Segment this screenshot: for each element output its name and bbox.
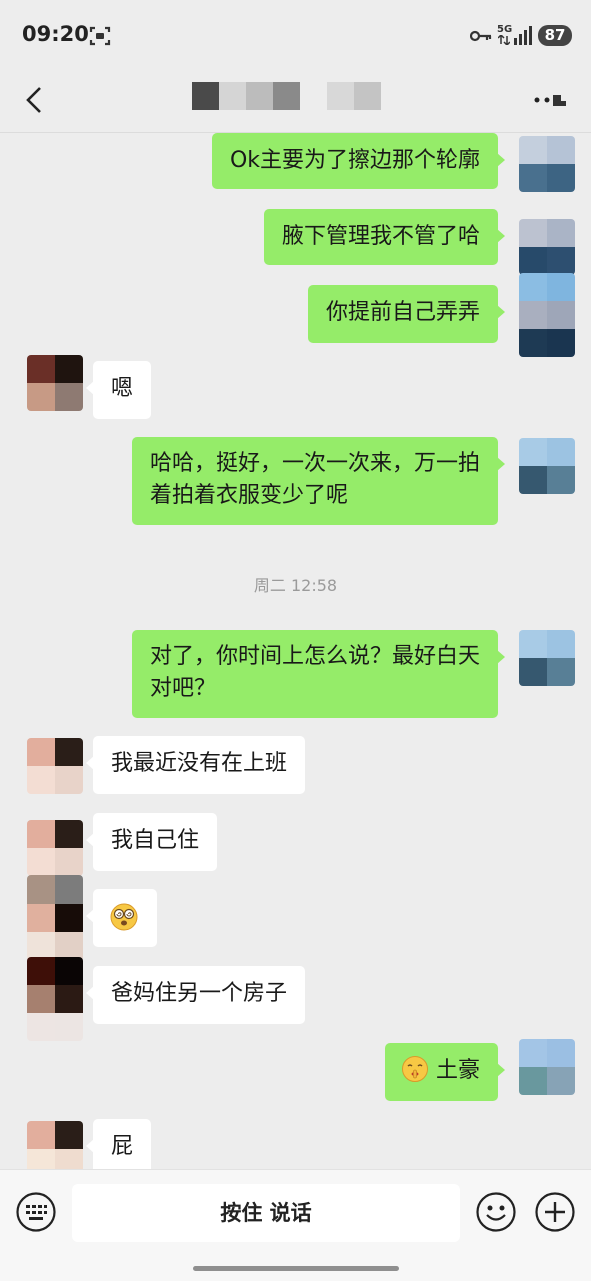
message-list[interactable]: Ok主要为了擦边那个轮廓 腋下管理我不管了哈 你提前自己弄弄 嗯 哈哈，挺好，一…	[0, 133, 591, 1169]
message-bubble-sent[interactable]: 哈哈，挺好，一次一次来，万一拍 着拍着衣服变少了呢	[131, 437, 506, 525]
keyboard-icon[interactable]	[16, 1192, 56, 1232]
message-text-line: 对吧？	[149, 676, 216, 701]
my-avatar[interactable]	[519, 630, 575, 686]
contact-avatar[interactable]	[27, 1121, 83, 1169]
message-bubble-received[interactable]: 屁	[85, 1119, 152, 1169]
my-avatar[interactable]	[519, 1039, 575, 1095]
input-bar: 按住 说话	[0, 1169, 591, 1281]
my-avatar[interactable]	[519, 219, 575, 275]
message-text: 嗯	[111, 376, 134, 401]
battery-icon: 87	[538, 25, 572, 46]
message-bubble-sent[interactable]: Ok主要为了擦边那个轮廓	[211, 133, 506, 189]
contact-avatar[interactable]	[27, 738, 83, 794]
message-bubble-received[interactable]: 爸妈住另一个房子	[85, 966, 306, 1024]
message-bubble-sent[interactable]: 对了，你时间上怎么说？最好白天 对吧？	[131, 630, 506, 718]
message-bubble-sent[interactable]: 土豪	[384, 1043, 506, 1101]
timestamp: 周二 12:58	[253, 576, 338, 595]
smiley-icon[interactable]	[476, 1192, 516, 1232]
status-time: 09:20	[22, 22, 89, 46]
plus-icon[interactable]	[535, 1192, 575, 1232]
more-icon[interactable]	[533, 92, 569, 108]
chat-title-redacted	[192, 82, 381, 110]
message-bubble-received[interactable]: 嗯	[85, 361, 152, 419]
message-text-line: 着拍着衣服变少了呢	[149, 483, 348, 508]
my-avatar[interactable]	[519, 438, 575, 494]
message-bubble-received[interactable]: 我最近没有在上班	[85, 736, 306, 794]
key-icon	[470, 30, 492, 42]
contact-avatar[interactable]	[27, 957, 83, 1041]
shushing-face-emoji	[401, 1056, 428, 1082]
message-text-line: 对了，你时间上怎么说？最好白天	[149, 644, 480, 669]
message-text: 爸妈住另一个房子	[111, 981, 288, 1006]
message-text: 我自己住	[111, 828, 200, 853]
data-arrows-icon	[498, 35, 510, 45]
message-text: 我最近没有在上班	[111, 751, 288, 776]
message-bubble-sent[interactable]: 腋下管理我不管了哈	[263, 209, 506, 265]
contact-avatar[interactable]	[27, 875, 83, 961]
contact-avatar[interactable]	[27, 355, 83, 411]
contact-avatar[interactable]	[27, 820, 83, 876]
my-avatar[interactable]	[519, 136, 575, 192]
status-bar: 09:20 5G 87	[0, 0, 591, 70]
message-bubble-received[interactable]: 我自己住	[85, 813, 218, 871]
signal-icon	[514, 26, 532, 45]
message-bubble-received[interactable]	[86, 889, 157, 947]
battery-level: 87	[544, 26, 566, 44]
dizzy-face-emoji	[110, 903, 138, 931]
message-text: 腋下管理我不管了哈	[281, 224, 480, 249]
message-text-line: 哈哈，挺好，一次一次来，万一拍	[149, 451, 480, 476]
network-label: 5G	[497, 24, 513, 35]
chevron-left-icon[interactable]	[20, 82, 50, 118]
home-indicator[interactable]	[193, 1266, 399, 1271]
message-text: 土豪	[435, 1058, 480, 1083]
chat-header	[0, 70, 591, 133]
message-text: 你提前自己弄弄	[325, 300, 480, 325]
my-avatar[interactable]	[519, 273, 575, 357]
message-text: Ok主要为了擦边那个轮廓	[229, 148, 480, 173]
hold-to-talk-button[interactable]: 按住 说话	[72, 1184, 460, 1242]
message-text: 屁	[111, 1134, 134, 1159]
message-bubble-sent[interactable]: 你提前自己弄弄	[307, 285, 506, 343]
screenshot-icon	[89, 26, 111, 46]
